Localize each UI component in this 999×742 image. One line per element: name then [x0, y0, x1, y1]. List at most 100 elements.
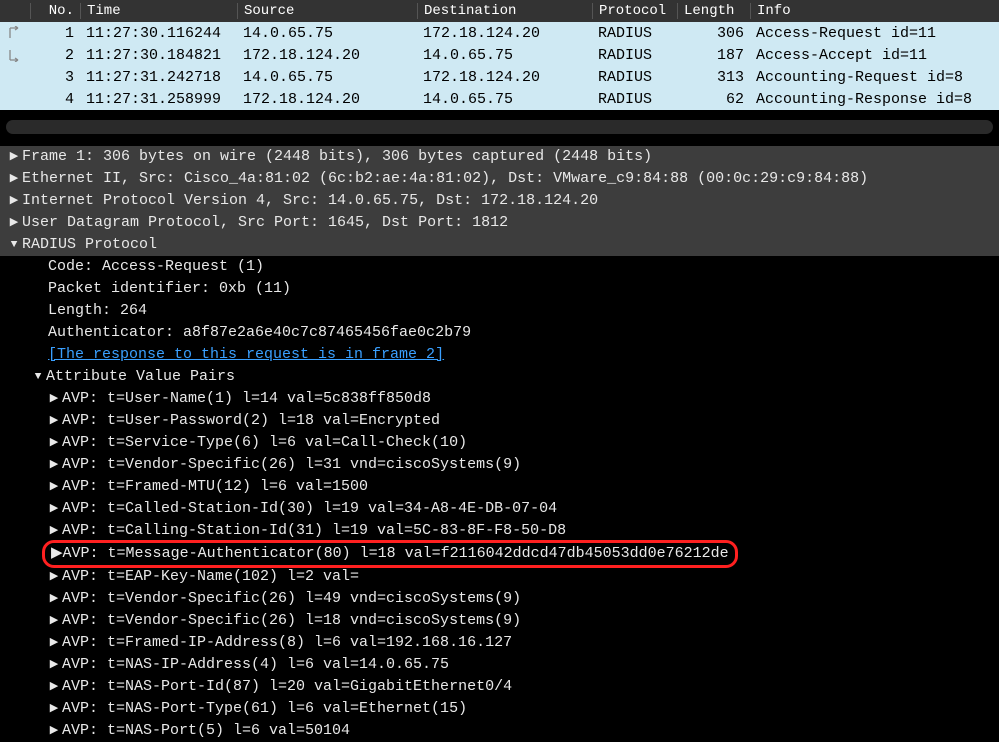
- chevron-down-icon[interactable]: ▼: [6, 234, 22, 256]
- radius-code[interactable]: Code: Access-Request (1): [0, 256, 999, 278]
- avp-row[interactable]: ▶ AVP: t=NAS-IP-Address(4) l=6 val=14.0.…: [0, 654, 999, 676]
- chevron-right-icon[interactable]: ▶: [51, 543, 63, 565]
- radius-authenticator[interactable]: Authenticator: a8f87e2a6e40c7c87465456fa…: [0, 322, 999, 344]
- cell-time: 11:27:31.258999: [80, 91, 237, 108]
- cell-info: Access-Request id=11: [750, 25, 999, 42]
- col-length[interactable]: Length: [677, 3, 750, 19]
- col-time[interactable]: Time: [80, 3, 237, 19]
- cell-len: 306: [677, 25, 750, 42]
- packet-row[interactable]: 2 11:27:30.184821 172.18.124.20 14.0.65.…: [0, 44, 999, 66]
- cell-no: 2: [30, 47, 80, 64]
- cell-no: 3: [30, 69, 80, 86]
- tree-frame-label: Frame 1: 306 bytes on wire (2448 bits), …: [22, 146, 652, 168]
- radius-packet-id[interactable]: Packet identifier: 0xb (11): [0, 278, 999, 300]
- packet-list-body: 1 11:27:30.116244 14.0.65.75 172.18.124.…: [0, 22, 999, 110]
- chevron-right-icon[interactable]: ▶: [6, 146, 22, 168]
- cell-dst: 172.18.124.20: [417, 25, 592, 42]
- chevron-right-icon[interactable]: ▶: [46, 388, 62, 410]
- avp-label: Attribute Value Pairs: [46, 366, 235, 388]
- cell-info: Accounting-Response id=8: [750, 91, 999, 108]
- chevron-right-icon[interactable]: ▶: [46, 610, 62, 632]
- avp-row[interactable]: ▶ AVP: t=Framed-IP-Address(8) l=6 val=19…: [0, 632, 999, 654]
- cell-info: Accounting-Request id=8: [750, 69, 999, 86]
- tree-radius-label: RADIUS Protocol: [22, 234, 157, 256]
- tree-ethernet[interactable]: ▶ Ethernet II, Src: Cisco_4a:81:02 (6c:b…: [0, 168, 999, 190]
- col-source[interactable]: Source: [237, 3, 417, 19]
- horizontal-scrollbar[interactable]: [6, 120, 993, 134]
- chevron-right-icon[interactable]: ▶: [46, 476, 62, 498]
- avp-row[interactable]: ▶ AVP: t=Vendor-Specific(26) l=31 vnd=ci…: [0, 454, 999, 476]
- packet-details: ▶ Frame 1: 306 bytes on wire (2448 bits)…: [0, 142, 999, 742]
- avp-row[interactable]: ▶ AVP: t=NAS-Port-Id(87) l=20 val=Gigabi…: [0, 676, 999, 698]
- chevron-right-icon[interactable]: ▶: [46, 454, 62, 476]
- packet-row[interactable]: 3 11:27:31.242718 14.0.65.75 172.18.124.…: [0, 66, 999, 88]
- tree-radius[interactable]: ▼ RADIUS Protocol: [0, 234, 999, 256]
- first-packet-marker-icon: [0, 26, 30, 40]
- cell-src: 172.18.124.20: [237, 91, 417, 108]
- cell-dst: 172.18.124.20: [417, 69, 592, 86]
- avp-row[interactable]: ▶ AVP: t=NAS-Port(5) l=6 val=50104: [0, 720, 999, 742]
- avp-row[interactable]: ▶ AVP: t=EAP-Key-Name(102) l=2 val=: [0, 566, 999, 588]
- cell-proto: RADIUS: [592, 47, 677, 64]
- packet-row[interactable]: 1 11:27:30.116244 14.0.65.75 172.18.124.…: [0, 22, 999, 44]
- packet-row[interactable]: 4 11:27:31.258999 172.18.124.20 14.0.65.…: [0, 88, 999, 110]
- cell-len: 62: [677, 91, 750, 108]
- cell-dst: 14.0.65.75: [417, 47, 592, 64]
- tree-ip-label: Internet Protocol Version 4, Src: 14.0.6…: [22, 190, 598, 212]
- avp-row[interactable]: ▶ AVP: t=User-Password(2) l=18 val=Encry…: [0, 410, 999, 432]
- cell-proto: RADIUS: [592, 91, 677, 108]
- chevron-right-icon[interactable]: ▶: [6, 168, 22, 190]
- avp-row[interactable]: ▶ AVP: t=User-Name(1) l=14 val=5c838ff85…: [0, 388, 999, 410]
- chevron-right-icon[interactable]: ▶: [6, 190, 22, 212]
- tree-udp-label: User Datagram Protocol, Src Port: 1645, …: [22, 212, 508, 234]
- chevron-right-icon[interactable]: ▶: [6, 212, 22, 234]
- tree-avp-group[interactable]: ▼ Attribute Value Pairs: [0, 366, 999, 388]
- avp-highlighted-row[interactable]: ▶ AVP: t=Message-Authenticator(80) l=18 …: [42, 540, 738, 568]
- col-protocol[interactable]: Protocol: [592, 3, 677, 19]
- radius-response-link[interactable]: [The response to this request is in fram…: [0, 344, 999, 366]
- tree-eth-label: Ethernet II, Src: Cisco_4a:81:02 (6c:b2:…: [22, 168, 868, 190]
- packet-list: No. Time Source Destination Protocol Len…: [0, 0, 999, 110]
- cell-proto: RADIUS: [592, 25, 677, 42]
- cell-proto: RADIUS: [592, 69, 677, 86]
- chevron-right-icon[interactable]: ▶: [46, 410, 62, 432]
- col-info[interactable]: Info: [750, 3, 999, 19]
- cell-src: 14.0.65.75: [237, 25, 417, 42]
- chevron-right-icon[interactable]: ▶: [46, 632, 62, 654]
- chevron-right-icon[interactable]: ▶: [46, 566, 62, 588]
- avp-row[interactable]: ▶ AVP: t=Calling-Station-Id(31) l=19 val…: [0, 520, 999, 542]
- avp-row[interactable]: ▶ AVP: t=NAS-Port-Type(61) l=6 val=Ether…: [0, 698, 999, 720]
- avp-row[interactable]: ▶ AVP: t=Service-Type(6) l=6 val=Call-Ch…: [0, 432, 999, 454]
- avp-row[interactable]: ▶ AVP: t=Framed-MTU(12) l=6 val=1500: [0, 476, 999, 498]
- cell-time: 11:27:31.242718: [80, 69, 237, 86]
- chevron-right-icon[interactable]: ▶: [46, 676, 62, 698]
- avp-row[interactable]: ▶ AVP: t=Called-Station-Id(30) l=19 val=…: [0, 498, 999, 520]
- radius-length[interactable]: Length: 264: [0, 300, 999, 322]
- avp-row[interactable]: ▶ AVP: t=Vendor-Specific(26) l=18 vnd=ci…: [0, 610, 999, 632]
- chevron-right-icon[interactable]: ▶: [46, 498, 62, 520]
- last-packet-marker-icon: [0, 48, 30, 62]
- avp-row[interactable]: ▶ AVP: t=Vendor-Specific(26) l=49 vnd=ci…: [0, 588, 999, 610]
- cell-time: 11:27:30.184821: [80, 47, 237, 64]
- chevron-right-icon[interactable]: ▶: [46, 432, 62, 454]
- tree-ip[interactable]: ▶ Internet Protocol Version 4, Src: 14.0…: [0, 190, 999, 212]
- chevron-down-icon[interactable]: ▼: [30, 366, 46, 388]
- chevron-right-icon[interactable]: ▶: [46, 720, 62, 742]
- chevron-right-icon[interactable]: ▶: [46, 654, 62, 676]
- col-destination[interactable]: Destination: [417, 3, 592, 19]
- chevron-right-icon[interactable]: ▶: [46, 588, 62, 610]
- cell-src: 14.0.65.75: [237, 69, 417, 86]
- chevron-right-icon[interactable]: ▶: [46, 698, 62, 720]
- chevron-right-icon[interactable]: ▶: [46, 520, 62, 542]
- packet-list-header: No. Time Source Destination Protocol Len…: [0, 0, 999, 22]
- cell-info: Access-Accept id=11: [750, 47, 999, 64]
- cell-len: 187: [677, 47, 750, 64]
- tree-udp[interactable]: ▶ User Datagram Protocol, Src Port: 1645…: [0, 212, 999, 234]
- cell-src: 172.18.124.20: [237, 47, 417, 64]
- cell-len: 313: [677, 69, 750, 86]
- cell-no: 4: [30, 91, 80, 108]
- cell-dst: 14.0.65.75: [417, 91, 592, 108]
- cell-time: 11:27:30.116244: [80, 25, 237, 42]
- col-no[interactable]: No.: [30, 3, 80, 19]
- tree-frame[interactable]: ▶ Frame 1: 306 bytes on wire (2448 bits)…: [0, 146, 999, 168]
